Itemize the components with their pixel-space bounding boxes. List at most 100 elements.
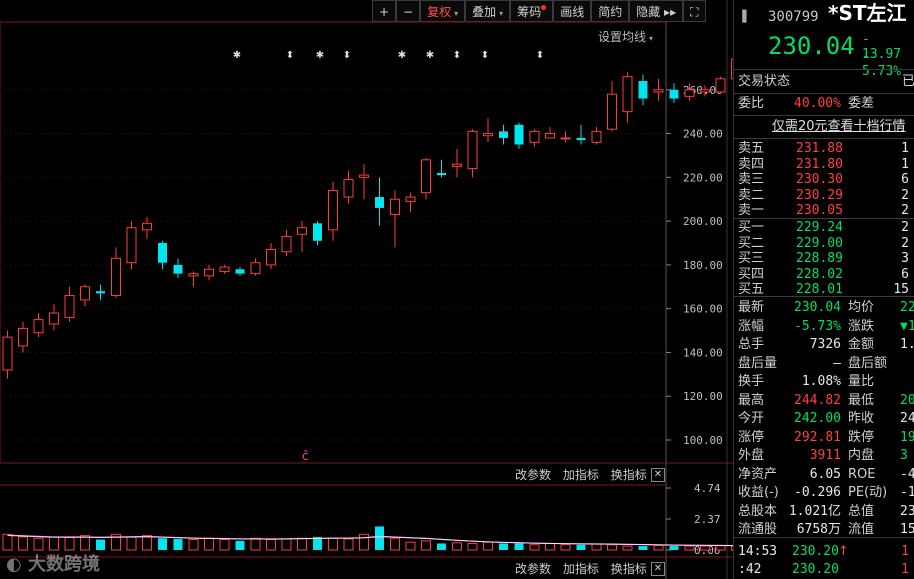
stat-row: 涨停 292.81 跌停 19 bbox=[734, 429, 914, 447]
change-params-button[interactable]: 改参数 bbox=[515, 468, 551, 482]
candle-body bbox=[204, 268, 214, 277]
stat-row: 总手 7326 金额 1. bbox=[734, 336, 914, 354]
buy-row: 买五 228.01 15 bbox=[734, 281, 914, 299]
volume-bar bbox=[653, 544, 664, 551]
stat-row: 总股本 1.021亿总值 234 bbox=[734, 503, 914, 521]
stat-value: 6758万 bbox=[796, 522, 841, 537]
indicator-toolbar-top: 改参数 加指标 换指标 bbox=[515, 466, 647, 483]
change-params-button-2[interactable]: 改参数 bbox=[515, 562, 551, 576]
kline-chart[interactable]: 260.00240.00220.00200.00180.00160.00140.… bbox=[0, 0, 733, 579]
candle-body bbox=[591, 130, 602, 143]
volume-bar bbox=[33, 537, 44, 551]
volume-bar bbox=[622, 545, 633, 551]
add-indicator-button-2[interactable]: 加指标 bbox=[563, 562, 599, 576]
stat-row: 盘后量 — 盘后额 bbox=[734, 355, 914, 373]
stat-label: 流通股 bbox=[738, 522, 778, 537]
volume-tick-label: 2.37 bbox=[694, 513, 721, 526]
weibi-label: 委比 bbox=[738, 96, 765, 111]
current-price: 230.04 bbox=[768, 32, 855, 60]
switch-indicator-button[interactable]: 换指标 bbox=[611, 468, 647, 482]
up-arrow-icon: ↑ bbox=[838, 544, 849, 559]
candle-body bbox=[467, 130, 478, 170]
event-marker-icon: ✱ bbox=[233, 50, 241, 61]
stat-row: 流通股 6758万流值 155 bbox=[734, 521, 914, 539]
event-marker-icon: ✱ bbox=[426, 50, 434, 61]
switch-indicator-button-2[interactable]: 换指标 bbox=[611, 562, 647, 576]
candle-body bbox=[33, 319, 44, 334]
stat-value-2: ▼1 bbox=[900, 318, 914, 334]
candle-body bbox=[64, 295, 75, 318]
volume-bar bbox=[204, 537, 214, 551]
stat-label: 涨幅 bbox=[738, 318, 765, 334]
stat-value: — bbox=[833, 355, 841, 371]
candle-body bbox=[343, 179, 354, 198]
close-icon[interactable]: ✕ bbox=[651, 468, 665, 482]
volume-bar bbox=[514, 543, 524, 550]
volume-bar bbox=[467, 542, 478, 551]
volume-bar bbox=[560, 544, 571, 551]
stat-label-2: 盘后额 bbox=[848, 355, 888, 371]
event-marker-icon: ✱ bbox=[316, 50, 324, 61]
y-tick-label: 220.00 bbox=[683, 171, 723, 184]
candle-body bbox=[499, 131, 508, 138]
indicator-toolbar-bottom: 改参数 加指标 换指标 bbox=[515, 560, 647, 577]
candle-body bbox=[281, 235, 292, 253]
level10-promo-link[interactable]: 仅需20元查看十档行情 bbox=[772, 118, 906, 136]
trade-status-row: 交易状态 已 bbox=[734, 73, 914, 91]
event-marker-icon: ⬍ bbox=[536, 50, 544, 61]
volume-bar bbox=[126, 536, 137, 551]
y-tick-label: 160.00 bbox=[683, 303, 723, 316]
sell-row: 卖一 230.05 2 bbox=[734, 202, 914, 220]
stat-label-2: 跌停 bbox=[848, 429, 875, 445]
stat-label-2: 总值 bbox=[848, 503, 875, 519]
stat-value: 7326 bbox=[809, 337, 841, 352]
sell-volume: 2 bbox=[901, 203, 909, 218]
volume-bar bbox=[250, 537, 261, 551]
stat-value: 1.021亿 bbox=[788, 503, 841, 519]
volume-bar bbox=[405, 541, 416, 551]
volume-bar bbox=[576, 544, 586, 550]
candle-body bbox=[437, 172, 446, 176]
volume-bar bbox=[452, 542, 462, 551]
volume-bar bbox=[219, 539, 230, 551]
stat-value-2: -19 bbox=[900, 485, 914, 500]
stat-label-2: 最低 bbox=[848, 392, 875, 408]
stat-value-2: 1. bbox=[900, 337, 914, 352]
volume-bar bbox=[235, 540, 245, 550]
stock-name: *ST左江 bbox=[828, 1, 907, 25]
volume-bar bbox=[96, 539, 105, 550]
volume-bar bbox=[297, 537, 307, 551]
y-tick-label: 200.00 bbox=[683, 215, 723, 228]
stat-row: 今开 242.00 昨收 24 bbox=[734, 410, 914, 428]
trade-status-label: 交易状态 bbox=[738, 74, 791, 89]
stat-label-2: 均价 bbox=[848, 300, 875, 315]
candle-body bbox=[80, 286, 90, 301]
add-indicator-button[interactable]: 加指标 bbox=[563, 468, 599, 482]
stat-value: 1.08% bbox=[801, 374, 841, 389]
stat-label: 外盘 bbox=[738, 448, 765, 463]
stat-value: 230.04 bbox=[794, 300, 841, 315]
stock-code: 300799 bbox=[768, 9, 819, 25]
candle-body bbox=[235, 269, 245, 274]
stat-label-2: 量比 bbox=[848, 374, 875, 389]
close-icon-2[interactable]: ✕ bbox=[651, 562, 665, 576]
stat-label: 换手 bbox=[738, 374, 765, 389]
stat-label: 涨停 bbox=[738, 429, 765, 445]
y-tick-label: 100.00 bbox=[683, 434, 723, 447]
volume-bar bbox=[158, 538, 167, 550]
watermark: ◐ 大数跨境 bbox=[6, 550, 100, 576]
stat-row: 收益(-) -0.296 PE(动) -19 bbox=[734, 484, 914, 502]
y-tick-label: 180.00 bbox=[683, 259, 723, 272]
tick-row: :42 230.20 1 bbox=[734, 561, 914, 579]
candle-body bbox=[390, 198, 400, 216]
volume-bar bbox=[669, 546, 679, 550]
stat-value: 6.05 bbox=[809, 466, 841, 482]
quote-panel: ▐ 300799 *ST左江 230.04 - 13.97 - 5.73% 交易… bbox=[733, 0, 914, 579]
candle-body bbox=[560, 137, 571, 140]
trade-status-value: 已 bbox=[902, 74, 914, 89]
candle-body bbox=[297, 227, 307, 235]
watermark-logo-icon: ◐ bbox=[6, 554, 22, 575]
collapse-icon[interactable]: ▐ bbox=[738, 8, 746, 26]
stat-label-2: 金额 bbox=[848, 337, 875, 352]
candle-body bbox=[158, 243, 167, 263]
